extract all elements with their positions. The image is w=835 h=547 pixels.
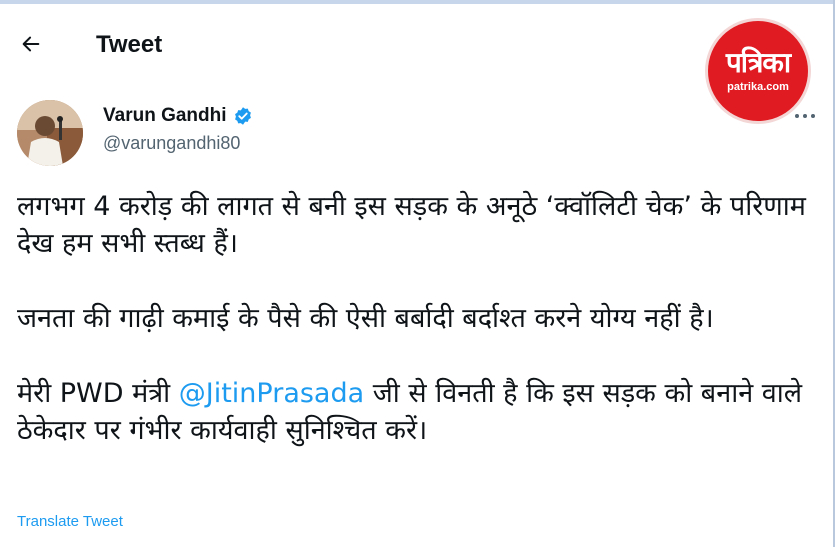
author-name[interactable]: Varun Gandhi (103, 105, 227, 127)
more-options-button[interactable] (790, 104, 820, 128)
avatar[interactable] (17, 100, 83, 166)
logo-main-text: पत्रिका (725, 46, 791, 79)
verified-badge-icon (234, 107, 251, 125)
translate-tweet-link[interactable]: Translate Tweet (17, 513, 123, 530)
back-arrow-icon (22, 36, 40, 52)
avatar-image (17, 100, 83, 166)
logo-sub-text: patrika.com (727, 81, 789, 93)
author-name-row[interactable]: Varun Gandhi (103, 105, 253, 127)
tweet-body: लगभग 4 करोड़ की लागत से बनी इस सड़क के अ… (17, 188, 817, 487)
tweet-paragraph-1: लगभग 4 करोड़ की लागत से बनी इस सड़क के अ… (17, 191, 806, 259)
back-button[interactable] (12, 25, 50, 63)
tweet-text-segment: मेरी PWD मंत्री (17, 378, 179, 409)
tweet-paragraph-3: मेरी PWD मंत्री @JitinPrasada जी से विनत… (17, 375, 817, 449)
more-dots-icon (795, 114, 815, 118)
mention-link[interactable]: @JitinPrasada (179, 378, 364, 409)
page-title: Tweet (96, 31, 163, 58)
tweet-paragraph-2: जनता की गाढ़ी कमाई के पैसे की ऐसी बर्बाद… (17, 303, 714, 334)
author-handle[interactable]: @varungandhi80 (103, 133, 240, 154)
